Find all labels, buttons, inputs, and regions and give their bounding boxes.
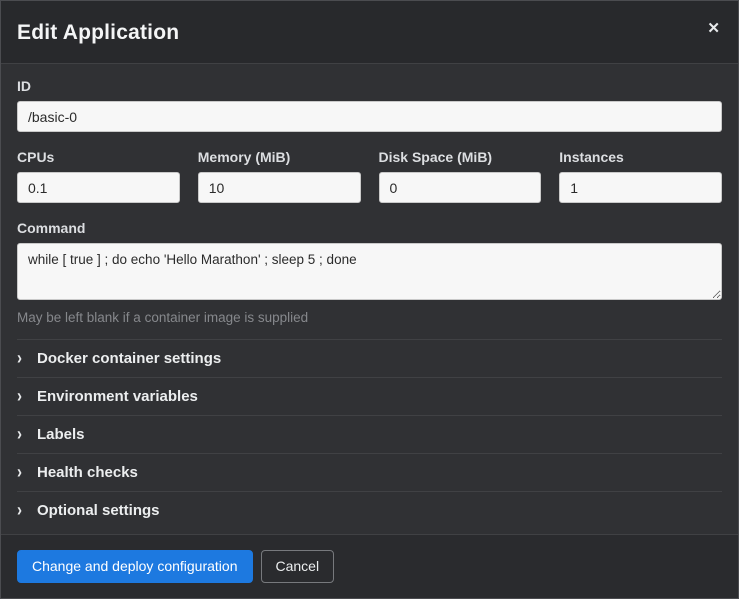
chevron-right-icon: › — [17, 463, 27, 482]
page-title: Edit Application — [17, 21, 722, 45]
disk-input[interactable] — [379, 172, 542, 203]
modal-body: ID CPUs Memory (MiB) Disk Space (MiB) In… — [1, 64, 738, 534]
memory-label: Memory (MiB) — [198, 149, 361, 165]
section-label: Docker container settings — [37, 350, 221, 367]
instances-field-group: Instances — [559, 149, 722, 203]
chevron-right-icon: › — [17, 387, 27, 406]
section-label: Health checks — [37, 464, 138, 481]
command-textarea[interactable]: while [ true ] ; do echo 'Hello Marathon… — [17, 243, 722, 300]
cpus-field-group: CPUs — [17, 149, 180, 203]
memory-input[interactable] — [198, 172, 361, 203]
id-input[interactable] — [17, 101, 722, 132]
disk-label: Disk Space (MiB) — [379, 149, 542, 165]
edit-application-modal: Edit Application ✕ ID CPUs Memory (MiB) … — [0, 0, 739, 599]
modal-header: Edit Application ✕ — [1, 1, 738, 64]
cpus-label: CPUs — [17, 149, 180, 165]
section-environment-variables[interactable]: › Environment variables — [17, 378, 722, 416]
disk-field-group: Disk Space (MiB) — [379, 149, 542, 203]
modal-footer: Change and deploy configuration Cancel — [1, 534, 738, 598]
section-optional-settings[interactable]: › Optional settings — [17, 492, 722, 529]
instances-input[interactable] — [559, 172, 722, 203]
chevron-right-icon: › — [17, 349, 27, 368]
chevron-right-icon: › — [17, 501, 27, 520]
command-help-text: May be left blank if a container image i… — [17, 310, 722, 325]
memory-field-group: Memory (MiB) — [198, 149, 361, 203]
section-health-checks[interactable]: › Health checks — [17, 454, 722, 492]
cpus-input[interactable] — [17, 172, 180, 203]
resources-row: CPUs Memory (MiB) Disk Space (MiB) Insta… — [17, 149, 722, 203]
section-docker-container-settings[interactable]: › Docker container settings — [17, 340, 722, 378]
change-and-deploy-button[interactable]: Change and deploy configuration — [17, 550, 253, 583]
id-label: ID — [17, 78, 722, 94]
section-label: Environment variables — [37, 388, 198, 405]
command-label: Command — [17, 220, 722, 236]
close-icon[interactable]: ✕ — [703, 17, 724, 40]
section-label: Optional settings — [37, 502, 160, 519]
cancel-button[interactable]: Cancel — [261, 550, 335, 583]
chevron-right-icon: › — [17, 425, 27, 444]
section-label: Labels — [37, 426, 85, 443]
instances-label: Instances — [559, 149, 722, 165]
section-labels[interactable]: › Labels — [17, 416, 722, 454]
accordion: › Docker container settings › Environmen… — [17, 339, 722, 529]
id-field-group: ID — [17, 78, 722, 132]
command-field-group: Command while [ true ] ; do echo 'Hello … — [17, 220, 722, 325]
